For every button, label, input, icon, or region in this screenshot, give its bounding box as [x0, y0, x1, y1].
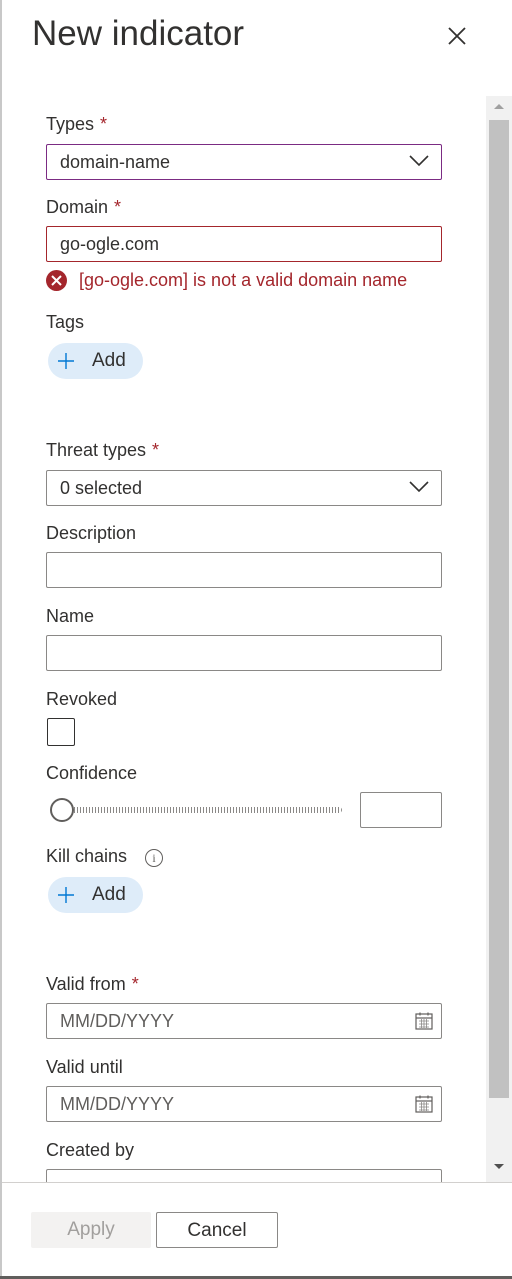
add-tag-label: Add — [92, 350, 126, 371]
valid-from-date-input[interactable]: MM/DD/YYYY — [46, 1003, 442, 1039]
confidence-label: Confidence — [46, 763, 138, 783]
domain-error-text: [go-ogle.com] is not a valid domain name — [79, 270, 408, 290]
created-by-label: Created by — [46, 1140, 135, 1160]
add-tag-button[interactable]: Add — [48, 343, 143, 379]
cancel-button[interactable]: Cancel — [156, 1212, 278, 1248]
plus-icon — [58, 353, 74, 369]
description-input[interactable] — [46, 552, 442, 588]
slider-track — [62, 807, 342, 813]
revoked-label: Revoked — [46, 689, 118, 709]
calendar-icon[interactable] — [415, 1012, 433, 1030]
valid-from-label: Valid from * — [46, 974, 139, 994]
scrollbar-thumb[interactable] — [489, 120, 509, 1098]
created-by-input[interactable] — [46, 1169, 442, 1182]
threat-types-label: Threat types * — [46, 440, 160, 460]
valid-from-placeholder: MM/DD/YYYY — [60, 1011, 175, 1031]
types-dropdown[interactable]: domain-name — [46, 144, 442, 180]
close-icon — [448, 27, 466, 45]
plus-icon — [58, 887, 74, 903]
types-label: Types * — [46, 114, 108, 134]
name-input[interactable] — [46, 635, 442, 671]
apply-button[interactable]: Apply — [31, 1212, 151, 1248]
name-label: Name — [46, 606, 95, 626]
close-button[interactable] — [438, 17, 476, 55]
threat-types-value: 0 selected — [60, 478, 143, 498]
panel-title: New indicator — [32, 14, 245, 53]
confidence-slider[interactable] — [48, 796, 346, 824]
confidence-input[interactable] — [360, 792, 442, 828]
kill-chains-label: Kill chains — [46, 846, 128, 866]
valid-until-label: Valid until — [46, 1057, 123, 1077]
add-kill-chain-button[interactable]: Add — [48, 877, 143, 913]
scroll-up-arrow-icon[interactable] — [490, 100, 508, 112]
form-scroll-area: Types * domain-name Domain * go-ogle.com [… — [0, 96, 512, 1182]
footer-divider — [2, 1182, 512, 1183]
valid-until-placeholder: MM/DD/YYYY — [60, 1094, 175, 1114]
valid-until-date-input[interactable]: MM/DD/YYYY — [46, 1086, 442, 1122]
tags-label: Tags — [46, 312, 85, 332]
domain-label: Domain * — [46, 197, 122, 217]
info-icon[interactable]: i — [145, 849, 163, 867]
vertical-scrollbar[interactable] — [486, 96, 512, 1182]
error-icon — [46, 270, 67, 291]
add-kill-chain-label: Add — [92, 884, 126, 905]
scroll-down-arrow-icon[interactable] — [490, 1161, 508, 1173]
slider-thumb[interactable] — [50, 798, 74, 822]
domain-input[interactable]: go-ogle.com — [46, 226, 442, 262]
chevron-down-icon — [409, 155, 429, 167]
revoked-checkbox[interactable] — [47, 718, 75, 746]
chevron-down-icon — [409, 481, 429, 493]
calendar-icon[interactable] — [415, 1095, 433, 1113]
threat-types-dropdown[interactable]: 0 selected — [46, 470, 442, 506]
types-value: domain-name — [60, 152, 171, 172]
description-label: Description — [46, 523, 137, 543]
domain-value: go-ogle.com — [60, 234, 160, 254]
